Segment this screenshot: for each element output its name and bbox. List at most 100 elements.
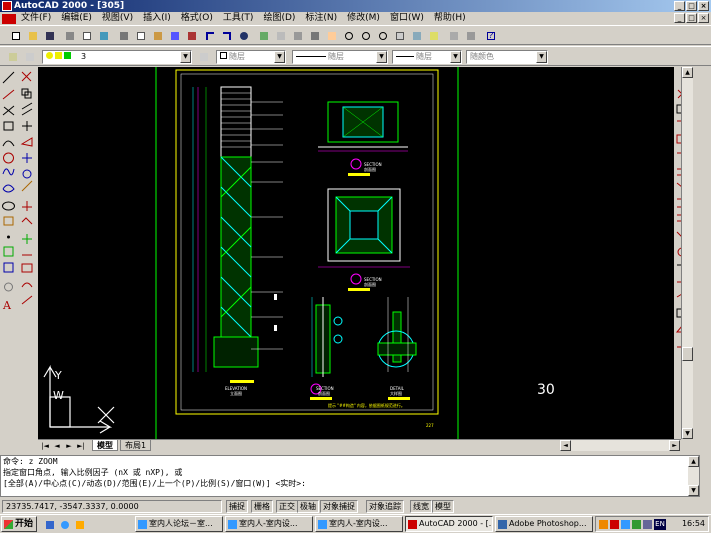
- match-properties-icon[interactable]: [167, 28, 182, 43]
- menu-format[interactable]: 格式(O): [176, 12, 218, 25]
- hyperlink-icon[interactable]: [236, 28, 251, 43]
- chevron-down-icon[interactable]: ▼: [536, 51, 547, 63]
- scroll-up-icon[interactable]: ▲: [682, 67, 693, 78]
- layer-select[interactable]: 3 ▼: [42, 50, 192, 64]
- zoom-window-icon[interactable]: [358, 28, 373, 43]
- calculator-icon[interactable]: [446, 28, 461, 43]
- plotstyle-select[interactable]: 随颜色 ▼: [466, 50, 548, 64]
- distance-icon[interactable]: [290, 28, 305, 43]
- tray-volume-icon[interactable]: [632, 520, 641, 529]
- last-tab-icon[interactable]: ►|: [76, 441, 86, 451]
- doc-restore-button[interactable]: □: [686, 13, 697, 23]
- doc-minimize-button[interactable]: _: [674, 13, 685, 23]
- prev-tab-icon[interactable]: ◄: [52, 441, 62, 451]
- tray-app-icon[interactable]: [599, 520, 608, 529]
- task-autocad[interactable]: AutoCAD 2000 - [...: [405, 516, 493, 532]
- draw-toolbar-icons[interactable]: A: [0, 69, 38, 329]
- undo-icon[interactable]: [202, 28, 217, 43]
- preview-icon[interactable]: [79, 28, 94, 43]
- open-icon[interactable]: [25, 28, 40, 43]
- task-forum-2[interactable]: 室内人-室内设...: [225, 516, 313, 532]
- otrack-toggle[interactable]: 对象追踪: [366, 500, 404, 513]
- new-icon[interactable]: [8, 28, 23, 43]
- grid-toggle[interactable]: 栅格: [251, 500, 273, 513]
- make-object-layer-current-icon[interactable]: [22, 49, 37, 64]
- menu-file[interactable]: 文件(F): [16, 12, 56, 25]
- save-icon[interactable]: [42, 28, 57, 43]
- quicklaunch-ie-icon[interactable]: [57, 517, 72, 532]
- document-icon[interactable]: [2, 13, 16, 24]
- scroll-down-icon[interactable]: ▼: [682, 428, 693, 439]
- layer-previous-icon[interactable]: [196, 49, 211, 64]
- lineweight-toggle[interactable]: 线宽: [410, 500, 432, 513]
- scroll-down-icon[interactable]: ▼: [688, 485, 699, 496]
- chevron-down-icon[interactable]: ▼: [450, 51, 461, 63]
- command-window[interactable]: 命令: z ZOOM 指定窗口角点, 输入比例因子 (nX 或 nXP), 或 …: [0, 455, 700, 497]
- doc-close-button[interactable]: ×: [698, 13, 709, 23]
- snap-toggle[interactable]: 捕捉: [226, 500, 248, 513]
- color-select[interactable]: 随层 ▼: [216, 50, 286, 64]
- menu-help[interactable]: 帮助(H): [429, 12, 471, 25]
- scroll-thumb[interactable]: [682, 347, 693, 361]
- task-forum-1[interactable]: 室内人论坛－室...: [135, 516, 223, 532]
- named-views-icon[interactable]: [307, 28, 322, 43]
- help-icon[interactable]: ?: [483, 28, 498, 43]
- scroll-right-icon[interactable]: ►: [669, 440, 680, 451]
- lineweight-select[interactable]: 随层 ▼: [392, 50, 462, 64]
- minimize-button[interactable]: _: [674, 1, 685, 11]
- chevron-down-icon[interactable]: ▼: [180, 51, 191, 63]
- tab-model[interactable]: 模型: [92, 440, 118, 451]
- model-toggle[interactable]: 模型: [432, 500, 454, 513]
- command-scrollbar[interactable]: ▲ ▼: [688, 456, 699, 496]
- zoom-realtime-icon[interactable]: [341, 28, 356, 43]
- print-icon[interactable]: [62, 28, 77, 43]
- redo-icon[interactable]: [219, 28, 234, 43]
- pan-icon[interactable]: [324, 28, 339, 43]
- tab-layout1[interactable]: 布局1: [120, 440, 152, 451]
- copy-icon[interactable]: [133, 28, 148, 43]
- coordinate-readout[interactable]: 23735.7417, -3547.3337, 0.0000: [2, 500, 222, 513]
- menu-modify[interactable]: 修改(M): [342, 12, 385, 25]
- vertical-scrollbar[interactable]: ▲ ▼: [681, 67, 693, 439]
- layers-icon[interactable]: [5, 49, 20, 64]
- menu-window[interactable]: 窗口(W): [385, 12, 429, 25]
- menu-edit[interactable]: 编辑(E): [56, 12, 97, 25]
- maximize-button[interactable]: □: [686, 1, 697, 11]
- cad-library-icon[interactable]: [184, 28, 199, 43]
- tray-network-icon[interactable]: [621, 520, 630, 529]
- next-tab-icon[interactable]: ►: [64, 441, 74, 451]
- scroll-up-icon[interactable]: ▲: [688, 456, 699, 467]
- language-indicator[interactable]: EN: [654, 519, 666, 530]
- chevron-down-icon[interactable]: ▼: [376, 51, 387, 63]
- text-style-icon[interactable]: [463, 28, 478, 43]
- menu-tools[interactable]: 工具(T): [218, 12, 259, 25]
- quicklaunch-desktop-icon[interactable]: [42, 517, 57, 532]
- start-button[interactable]: 开始: [1, 516, 37, 532]
- drawing-canvas[interactable]: ELEVATION 立面图 SECTION 剖面图 SECTION 剖面图 SE…: [38, 67, 674, 439]
- autocad-app-icon[interactable]: [2, 1, 12, 11]
- task-photoshop[interactable]: Adobe Photoshop...: [495, 516, 593, 532]
- zoom-previous-icon[interactable]: [375, 28, 390, 43]
- properties-icon[interactable]: [392, 28, 407, 43]
- paste-icon[interactable]: [150, 28, 165, 43]
- close-button[interactable]: ×: [698, 1, 709, 11]
- layer-tools-icon[interactable]: [426, 28, 441, 43]
- clock[interactable]: 16:54: [682, 517, 705, 531]
- first-tab-icon[interactable]: |◄: [40, 441, 50, 451]
- quicklaunch-media-icon[interactable]: [72, 517, 87, 532]
- menu-insert[interactable]: 插入(I): [138, 12, 176, 25]
- osnap-toggle[interactable]: 对象捕捉: [320, 500, 358, 513]
- menu-dimension[interactable]: 标注(N): [300, 12, 342, 25]
- chevron-down-icon[interactable]: ▼: [274, 51, 285, 63]
- task-forum-3[interactable]: 室内人-室内设...: [315, 516, 403, 532]
- polar-toggle[interactable]: 极轴: [297, 500, 319, 513]
- linetype-select[interactable]: 随层 ▼: [292, 50, 388, 64]
- scroll-left-icon[interactable]: ◄: [560, 440, 571, 451]
- ucs-icon[interactable]: [256, 28, 271, 43]
- design-center-icon[interactable]: [409, 28, 424, 43]
- tray-ime-icon[interactable]: [643, 520, 652, 529]
- tray-k-icon[interactable]: [610, 520, 619, 529]
- horizontal-scrollbar[interactable]: ◄ ►: [560, 440, 680, 451]
- publish-icon[interactable]: [96, 28, 111, 43]
- cut-icon[interactable]: [116, 28, 131, 43]
